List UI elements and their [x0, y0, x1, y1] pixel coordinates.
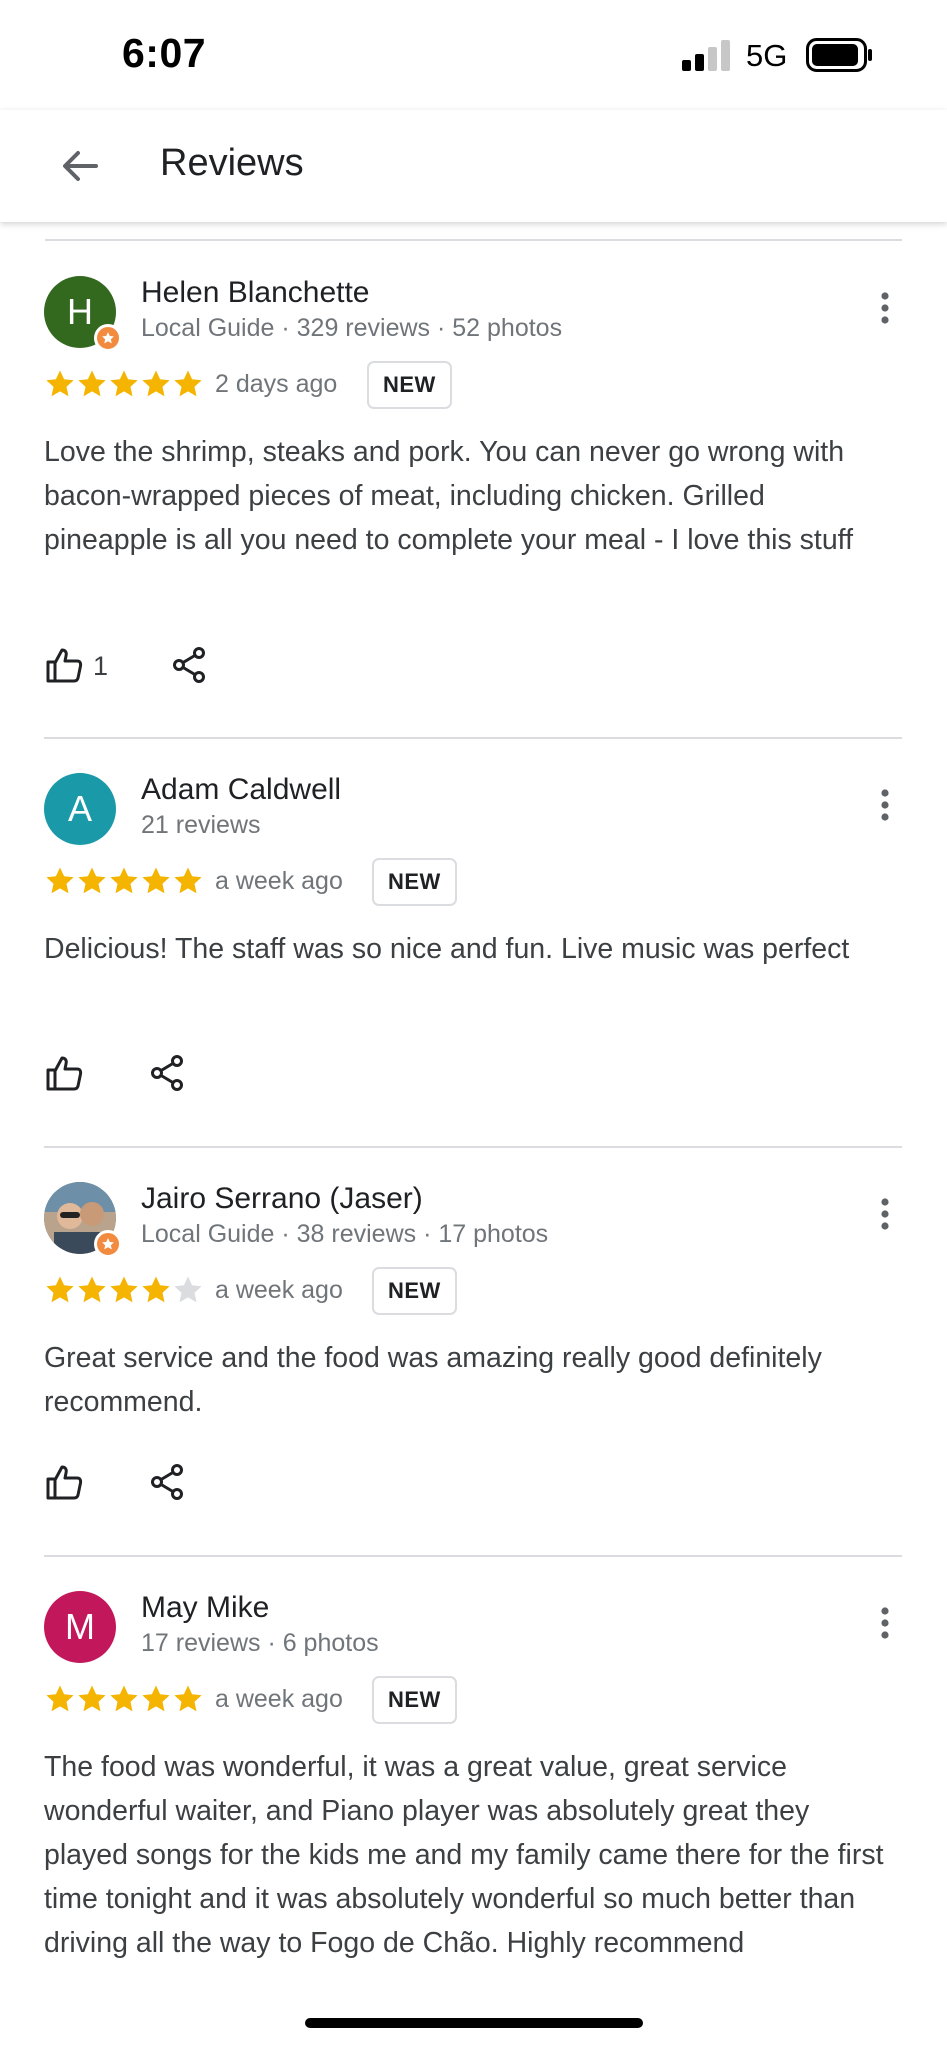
star-filled-icon	[142, 867, 170, 894]
page-title: Reviews	[160, 142, 304, 184]
reviewer-name[interactable]: Jairo Serrano (Jaser)	[141, 1182, 423, 1216]
thumbs-up-icon[interactable]	[44, 645, 84, 685]
more-options-icon[interactable]	[870, 785, 900, 825]
avatar-initial: M	[65, 1606, 95, 1647]
star-filled-icon	[46, 1685, 74, 1712]
review-text: Delicious! The staff was so nice and fun…	[44, 933, 850, 965]
arrow-left-icon[interactable]	[52, 138, 108, 194]
new-badge: NEW	[367, 361, 452, 409]
review-card: M May Mike 17 reviews · 6 photos a week ago…	[0, 1585, 947, 2045]
review-date: a week ago	[215, 1276, 343, 1304]
status-bar: 6:07 5G	[0, 0, 947, 110]
avatar[interactable]: H	[44, 276, 122, 352]
local-guide-badge-icon	[94, 1230, 122, 1258]
star-filled-icon	[78, 1276, 106, 1303]
star-filled-icon	[174, 867, 202, 894]
share-icon[interactable]	[148, 1463, 186, 1501]
star-filled-icon	[78, 370, 106, 397]
review-date: 2 days ago	[215, 370, 338, 398]
reviewer-meta: Local Guide · 38 reviews · 17 photos	[141, 1220, 549, 1248]
star-filled-icon	[46, 867, 74, 894]
star-filled-icon	[174, 1685, 202, 1712]
review-card: Jairo Serrano (Jaser) Local Guide · 38 re…	[0, 1176, 947, 1557]
more-options-icon[interactable]	[870, 1194, 900, 1234]
cellular-signal-icon	[682, 40, 730, 71]
avatar-initial: H	[67, 291, 93, 332]
star-filled-icon	[46, 1276, 74, 1303]
review-card: A Adam Caldwell 21 reviews a week ago NEW Del…	[0, 767, 947, 1148]
star-rating	[44, 865, 204, 897]
star-rating	[44, 368, 204, 400]
star-filled-icon	[78, 867, 106, 894]
reviewer-name[interactable]: May Mike	[141, 1591, 269, 1625]
home-indicator[interactable]	[305, 2018, 643, 2028]
review-date: a week ago	[215, 1685, 343, 1713]
star-filled-icon	[78, 1685, 106, 1712]
star-filled-icon	[110, 370, 138, 397]
star-filled-icon	[110, 867, 138, 894]
avatar[interactable]: A	[44, 773, 116, 845]
divider	[44, 1555, 902, 1557]
review-date: a week ago	[215, 867, 343, 895]
divider	[44, 737, 902, 739]
share-icon[interactable]	[170, 646, 208, 684]
avatar-initial: A	[67, 788, 92, 829]
review-text: Great service and the food was amazing r…	[44, 1342, 822, 1418]
star-rating	[44, 1683, 204, 1715]
local-guide-badge-icon	[94, 324, 122, 352]
star-filled-icon	[110, 1685, 138, 1712]
share-icon[interactable]	[148, 1054, 186, 1092]
reviewer-name[interactable]: Helen Blanchette	[141, 276, 370, 310]
status-time: 6:07	[122, 30, 207, 76]
reviewer-name[interactable]: Adam Caldwell	[141, 773, 341, 807]
star-filled-icon	[142, 1685, 170, 1712]
star-empty-icon	[174, 1276, 202, 1303]
battery-icon	[806, 38, 872, 72]
star-rating	[44, 1274, 204, 1306]
star-filled-icon	[110, 1276, 138, 1303]
thumbs-up-icon[interactable]	[44, 1462, 84, 1502]
star-filled-icon	[46, 370, 74, 397]
star-filled-icon	[142, 370, 170, 397]
network-type: 5G	[746, 38, 788, 73]
reviewer-meta: 17 reviews · 6 photos	[141, 1629, 379, 1657]
like-count: 1	[93, 651, 109, 681]
divider	[44, 1146, 902, 1148]
avatar[interactable]	[44, 1182, 122, 1258]
new-badge: NEW	[372, 858, 457, 906]
reviewer-meta: 21 reviews	[141, 811, 261, 839]
review-card: H Helen Blanchette Local Guide · 329 revie…	[0, 270, 947, 739]
thumbs-up-icon[interactable]	[44, 1053, 84, 1093]
review-text: Love the shrimp, steaks and pork. You ca…	[44, 436, 854, 556]
new-badge: NEW	[372, 1676, 457, 1724]
app-header: Reviews	[0, 110, 947, 222]
reviewer-meta: Local Guide · 329 reviews · 52 photos	[141, 314, 563, 342]
new-badge: NEW	[372, 1267, 457, 1315]
star-filled-icon	[142, 1276, 170, 1303]
more-options-icon[interactable]	[870, 1603, 900, 1643]
more-options-icon[interactable]	[870, 288, 900, 328]
divider	[45, 239, 902, 241]
review-text: The food was wonderful, it was a great v…	[44, 1751, 884, 1959]
avatar[interactable]: M	[44, 1591, 116, 1663]
star-filled-icon	[174, 370, 202, 397]
